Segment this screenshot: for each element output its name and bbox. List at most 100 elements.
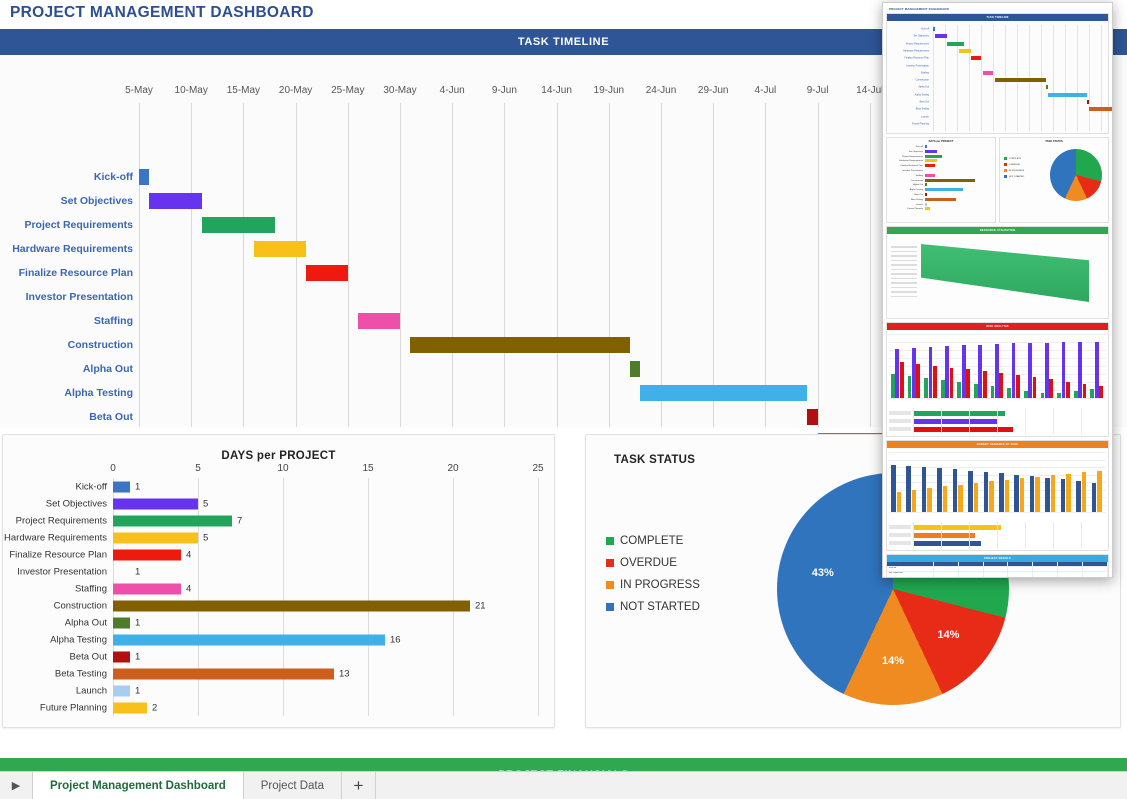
thumbnail-days-bar (925, 159, 937, 162)
legend-label: OVERDUE (620, 557, 677, 569)
thumbnail-chart-bar (1012, 343, 1016, 398)
thumbnail-risk-band: RISK ANALYSIS (887, 323, 1108, 330)
thumbnail-table-cell (1033, 567, 1058, 571)
days-gridline (538, 478, 539, 716)
thumbnail-chart-bar (1095, 342, 1099, 398)
days-category-label: Set Objectives (46, 498, 113, 509)
days-category-label: Project Requirements (16, 515, 113, 526)
thumbnail-table-cell (1008, 572, 1033, 576)
legend-item: IN PROGRESS (606, 579, 700, 591)
thumbnail-pie (1050, 149, 1102, 201)
thumbnail-hbar-label (889, 533, 911, 537)
thumbnail-days-chart: DAYS per PROJECT Kick-offSet ObjectivesP… (886, 137, 996, 223)
thumbnail-gantt-bar (947, 42, 964, 46)
thumbnail-days-label: Beta Testing (887, 199, 923, 201)
thumbnail-risk-chart (887, 330, 1108, 406)
thumbnail-table-header-cell (934, 562, 959, 566)
thumbnail-timeline-band: TASK TIMELINE (887, 14, 1108, 21)
thumbnail-table-cell (959, 567, 984, 571)
gantt-axis-label: 24-Jun (646, 85, 677, 96)
thumbnail-gantt-label: Finalize Resource Plan (887, 57, 929, 60)
thumbnail-days-bar (925, 188, 963, 191)
thumbnail-gantt-bar (959, 49, 971, 53)
tab-scroll-right-icon[interactable]: ▶ (0, 772, 32, 799)
thumbnail-chart-gridline (889, 512, 1106, 513)
thumbnail-gantt-gridline (1053, 25, 1054, 131)
legend-swatch (606, 559, 614, 567)
thumbnail-title: PROJECT MANAGEMENT DASHBOARD (889, 7, 1109, 11)
gantt-gridline (713, 103, 714, 427)
days-bar (113, 600, 470, 611)
task-status-title: TASK STATUS (614, 454, 695, 466)
gantt-axis-label: 25-May (331, 85, 364, 96)
thumbnail-details-band: PROJECT DETAILS (887, 555, 1108, 562)
thumbnail-chart-bar (945, 346, 949, 398)
thumbnail-cost-bars (887, 406, 1108, 436)
thumbnail-details-section: PROJECT DETAILS Kick-offSet ObjectivesPr… (886, 554, 1109, 578)
thumbnail-chart-gridline (889, 334, 1106, 335)
days-category-label: Alpha Testing (50, 634, 113, 645)
thumbnail-gantt-bar (1048, 93, 1086, 97)
thumbnail-gantt-bar (991, 64, 993, 68)
days-bar (113, 668, 334, 679)
gantt-task-label: Alpha Out (0, 363, 133, 375)
days-bar-value: 1 (135, 685, 140, 696)
thumbnail-gantt-gridline (1077, 25, 1078, 131)
thumbnail-days-bar (925, 169, 927, 172)
gantt-task-label: Investor Presentation (0, 291, 133, 303)
gantt-gridline (870, 103, 871, 427)
thumbnail-table-cell (1083, 567, 1108, 571)
task-timeline-header-label: TASK TIMELINE (518, 36, 609, 48)
gantt-task-bar (149, 193, 201, 209)
thumbnail-chart-bar (912, 348, 916, 398)
thumbnail-gantt-label: Construction (887, 79, 929, 82)
thumbnail-chart-gridline (889, 398, 1106, 399)
thumbnail-chart-bar (927, 488, 932, 512)
gantt-axis-label: 30-May (383, 85, 416, 96)
thumbnail-chart-bar (1076, 481, 1081, 512)
thumbnail-funnel-label (891, 246, 917, 248)
thumbnail-chart-bar (1066, 474, 1071, 512)
add-sheet-icon[interactable]: + (342, 772, 376, 799)
thumbnail-hbar-gridline (941, 522, 942, 548)
thumbnail-gantt-gridline (1065, 25, 1066, 131)
thumbnail-hbar (913, 533, 975, 538)
gantt-task-label: Staffing (0, 315, 133, 327)
days-category-label: Investor Presentation (17, 566, 113, 577)
legend-label: COMPLETE (620, 535, 683, 547)
gantt-axis-label: 9-Jun (492, 85, 517, 96)
thumbnail-hbar-gridline (913, 408, 914, 434)
tab-project-management-dashboard[interactable]: Project Management Dashboard (32, 771, 244, 799)
tab-project-data[interactable]: Project Data (244, 772, 342, 799)
thumbnail-table-header-cell (1083, 562, 1108, 566)
gantt-gridline (400, 103, 401, 427)
thumbnail-table-header-cell (959, 562, 984, 566)
gantt-axis-label: 15-May (227, 85, 260, 96)
thumbnail-hbar-gridline (1053, 408, 1054, 434)
gantt-gridline (139, 103, 140, 427)
thumbnail-hbar-gridline (1081, 408, 1082, 434)
days-gridline (368, 478, 369, 716)
thumbnail-hbar-gridline (913, 522, 914, 548)
thumbnail-chart-bar (1035, 477, 1040, 513)
thumbnail-days-bar (925, 179, 975, 182)
thumbnail-actuals-bars (887, 520, 1108, 550)
days-bar-value: 1 (135, 651, 140, 662)
thumbnail-funnel-label (891, 264, 917, 266)
thumbnail-days-label: Finalize Resource Plan (887, 165, 923, 167)
pie-slice-percent: 43% (812, 567, 834, 579)
thumbnail-risk-section: RISK ANALYSIS (886, 322, 1109, 437)
dashboard-thumbnail-preview[interactable]: PROJECT MANAGEMENT DASHBOARD TASK TIMELI… (882, 2, 1113, 578)
thumbnail-chart-bar (943, 486, 948, 512)
gantt-gridline (191, 103, 192, 427)
thumbnail-table-cell (984, 572, 1009, 576)
gantt-gridline (609, 103, 610, 427)
thumbnail-table-cell (934, 567, 959, 571)
thumbnail-chart-bar (937, 468, 942, 512)
thumbnail-chart-bar (1097, 471, 1102, 512)
days-category-label: Construction (54, 600, 113, 611)
page-title: PROJECT MANAGEMENT DASHBOARD (10, 4, 314, 22)
thumbnail-hbar-gridline (969, 522, 970, 548)
gantt-task-label: Alpha Testing (0, 387, 133, 399)
thumbnail-table-cell (1058, 572, 1083, 576)
